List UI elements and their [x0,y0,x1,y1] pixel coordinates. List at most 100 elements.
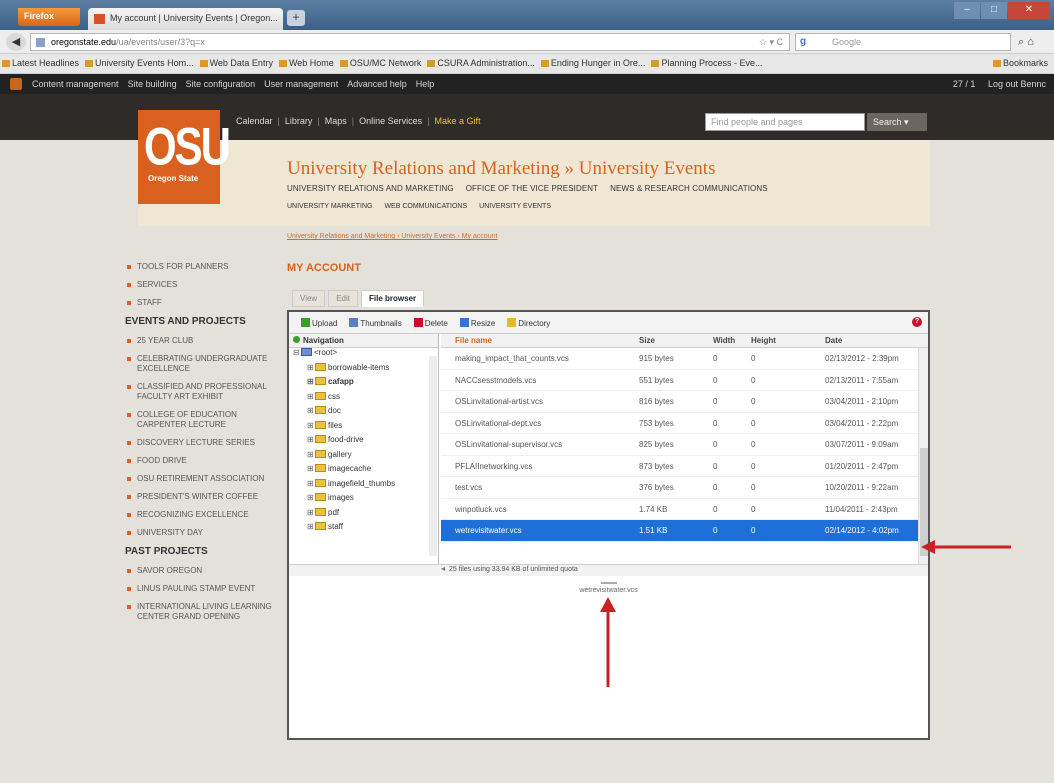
bookmarks-menu[interactable]: Bookmarks [991,54,1052,68]
sub-link[interactable]: UNIVERSITY EVENTS [479,203,551,210]
col-date[interactable]: Date [825,336,842,345]
top-link[interactable]: Maps [325,116,347,126]
sidebar-item[interactable]: INTERNATIONAL LIVING LEARNING CENTER GRA… [125,602,275,622]
tree-node[interactable]: ⊞ gallery [289,449,438,465]
resize-button[interactable]: Resize [454,318,495,328]
close-icon[interactable]: ✕ [1008,2,1050,19]
tree-node[interactable]: ⊞ staff [289,522,438,537]
sidebar-item[interactable]: 25 YEAR CLUB [125,336,275,346]
sidebar-item[interactable]: TOOLS FOR PLANNERS [125,262,275,272]
bookmark-item[interactable]: Planning Process - Eve... [649,54,766,68]
upload-button[interactable]: Upload [295,318,337,328]
admin-menu-item[interactable]: Advanced help [347,79,407,89]
sub-link[interactable]: UNIVERSITY RELATIONS AND MARKETING [287,184,454,193]
col-height[interactable]: Height [751,336,776,345]
search-magnifier-icon[interactable]: ⌕ ⌂ [1018,36,1034,49]
sidebar-item[interactable]: PRESIDENT'S WINTER COFFEE [125,492,275,502]
sidebar-item[interactable]: SERVICES [125,280,275,290]
tree-node[interactable]: ⊞ imagecache [289,464,438,479]
preview-divider[interactable] [600,582,617,584]
admin-menu-item[interactable]: User management [264,79,338,89]
browser-tab[interactable]: My account | University Events | Oregon.… [88,8,283,30]
expand-icon[interactable]: ⊞ [307,406,315,415]
help-icon[interactable]: ? [912,317,922,327]
firefox-menu-button[interactable]: Firefox [18,8,80,26]
expand-icon[interactable]: ⊞ [307,392,315,401]
sidebar-item[interactable]: RECOGNIZING EXCELLENCE [125,510,275,520]
sidebar-item[interactable]: CLASSIFIED AND PROFESSIONAL FACULTY ART … [125,382,275,402]
file-row[interactable]: OSLinvitational-dept.vcs 753 bytes 0 0 03/04… [441,413,928,434]
top-link[interactable]: Make a Gift [434,116,480,126]
expand-icon[interactable]: ⊞ [307,363,315,372]
sidebar-item[interactable]: SAVOR OREGON [125,566,275,576]
file-row[interactable]: test.vcs 376 bytes 0 0 10/20/2011 - 9:22am [441,477,928,499]
file-row[interactable]: OSLinvitational-artist.vcs 816 bytes 0 0 03/… [441,391,928,413]
tree-node[interactable]: ⊞ images [289,493,438,508]
sub-link[interactable]: NEWS & RESEARCH COMMUNICATIONS [610,184,768,193]
file-row[interactable]: wetrevisitwater.vcs 1.51 KB 0 0 02/14/2012 -… [441,520,928,542]
col-width[interactable]: Width [713,336,735,345]
sidebar-item[interactable]: COLLEGE OF EDUCATION CARPENTER LECTURE [125,410,275,430]
tree-node[interactable]: ⊞ css [289,391,438,407]
expand-icon[interactable]: ⊞ [307,522,315,531]
osu-logo[interactable]: OSU Oregon State [138,110,231,204]
tree-node[interactable]: ⊞ doc [289,406,438,421]
resize-handle-icon[interactable]: ◂ [441,564,445,573]
breadcrumb[interactable]: University Relations and Marketing › Uni… [287,233,497,240]
admin-menu-item[interactable]: Help [416,79,435,89]
file-row[interactable]: winpotluck.vcs 1.74 KB 0 0 11/04/2011 - 2:43… [441,499,928,520]
top-link[interactable]: Calendar [236,116,273,126]
tree-node[interactable]: ⊞ borrowable-items [289,362,438,378]
tree-node[interactable]: ⊞ pdf [289,507,438,523]
site-name[interactable]: University Relations and Marketing » Uni… [287,158,715,180]
sub-link[interactable]: WEB COMMUNICATIONS [384,203,467,210]
sidebar-item[interactable]: DISCOVERY LECTURE SERIES [125,438,275,448]
directory-button[interactable]: Directory [501,318,550,328]
file-row[interactable]: NACCsesstmodels.vcs 551 bytes 0 0 02/13/2011… [441,370,928,391]
maximize-icon[interactable]: □ [981,2,1007,19]
tree-node[interactable]: ⊞ food-drive [289,435,438,450]
expand-icon[interactable]: ⊟ [293,348,301,357]
browser-search-input[interactable]: g Google [795,33,1011,51]
tree-node[interactable]: ⊟ <root> [289,348,438,363]
drupal-icon[interactable] [10,78,22,90]
top-link[interactable]: Online Services [359,116,422,126]
back-arrow-icon[interactable]: ◀ [6,33,26,51]
bookmark-item[interactable]: Latest Headlines [0,54,83,68]
thumbnails-button[interactable]: Thumbnails [343,318,402,328]
file-list-scrollbar[interactable] [918,348,928,564]
logout-link[interactable]: Log out Bennc [988,79,1046,89]
expand-icon[interactable]: ⊞ [307,464,315,473]
admin-menu-item[interactable]: Site configuration [186,79,256,89]
expand-icon[interactable]: ⊞ [307,377,315,386]
bookmark-item[interactable]: Ending Hunger in Ore... [539,54,650,68]
tab-edit[interactable]: Edit [328,290,358,307]
address-bar[interactable]: oregonstate.edu/ua/events/user/3?q=x ☆ ▾… [30,33,790,51]
new-tab-button[interactable]: + [287,10,305,26]
bookmark-item[interactable]: OSU/MC Network [338,54,426,68]
minimize-icon[interactable]: – [954,2,980,19]
admin-menu-item[interactable]: Content management [32,79,119,89]
tab-file-browser[interactable]: File browser [361,290,425,307]
bookmark-item[interactable]: Web Data Entry [198,54,277,68]
sidebar-item[interactable]: FOOD DRIVE [125,456,275,466]
tree-node[interactable]: ⊞ cafapp [289,377,438,392]
tree-node[interactable]: ⊞ files [289,420,438,436]
expand-icon[interactable]: ⊞ [307,479,315,488]
delete-button[interactable]: Delete [408,318,448,328]
bookmark-item[interactable]: Web Home [277,54,338,68]
expand-icon[interactable]: ⊞ [307,435,315,444]
tree-scrollbar[interactable] [429,356,437,556]
file-row[interactable]: OSLinvitational-supervisor.vcs 825 bytes 0… [441,434,928,456]
sidebar-item[interactable]: LINUS PAULING STAMP EVENT [125,584,275,594]
sidebar-item[interactable]: CELEBRATING UNDERGRADUATE EXCELLENCE [125,354,275,374]
sub-link[interactable]: UNIVERSITY MARKETING [287,203,372,210]
tree-node[interactable]: ⊞ imagefield_thumbs [289,478,438,494]
top-link[interactable]: Library [285,116,313,126]
tab-view[interactable]: View [292,290,326,307]
sidebar-item[interactable]: STAFF [125,298,275,308]
expand-icon[interactable]: ⊞ [307,421,315,430]
expand-icon[interactable]: ⊞ [307,493,315,502]
sidebar-item[interactable]: OSU RETIREMENT ASSOCIATION [125,474,275,484]
admin-menu-item[interactable]: Site building [128,79,177,89]
